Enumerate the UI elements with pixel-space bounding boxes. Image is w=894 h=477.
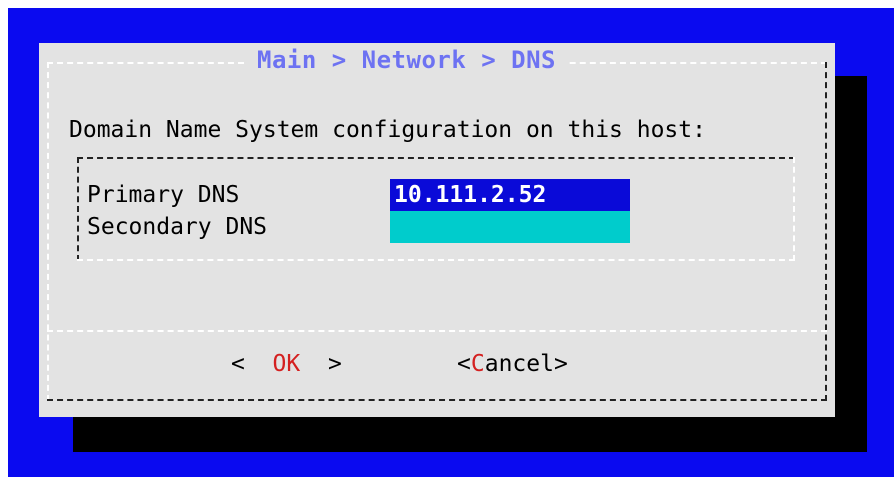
cancel-hotkey: C — [470, 351, 485, 377]
dialog-prompt: Domain Name System configuration on this… — [69, 117, 706, 143]
secondary-dns-label: Secondary DNS — [87, 214, 268, 240]
secondary-dns-row: Secondary DNS — [87, 211, 787, 243]
primary-dns-label: Primary DNS — [87, 182, 240, 208]
ok-button[interactable]: < OK > — [231, 346, 342, 382]
ok-open-bracket: < — [231, 351, 273, 377]
form-border-top — [77, 157, 795, 159]
cancel-open-bracket: < — [457, 351, 471, 377]
button-area-separator — [47, 330, 827, 332]
dns-form-box: Primary DNS Secondary DNS — [77, 157, 797, 265]
secondary-dns-input[interactable] — [390, 211, 630, 243]
dialog-border-bottom — [47, 399, 827, 401]
cancel-close-bracket: > — [553, 351, 568, 377]
form-border-left — [77, 157, 79, 261]
dialog-title: Main > Network > DNS — [245, 45, 568, 75]
button-bar: < OK > <Cancel> — [39, 346, 835, 382]
cancel-label-rest: ancel — [484, 351, 554, 377]
ok-close-bracket: > — [300, 351, 342, 377]
primary-dns-row: Primary DNS — [87, 179, 787, 211]
ok-label-rest: K — [286, 351, 301, 377]
dns-dialog: Main > Network > DNS Domain Name System … — [39, 43, 835, 417]
primary-dns-input[interactable] — [390, 179, 630, 211]
form-border-right — [793, 157, 795, 261]
ok-hotkey: O — [272, 351, 287, 377]
form-border-bottom — [77, 259, 795, 261]
cancel-button[interactable]: <Cancel> — [457, 346, 568, 382]
